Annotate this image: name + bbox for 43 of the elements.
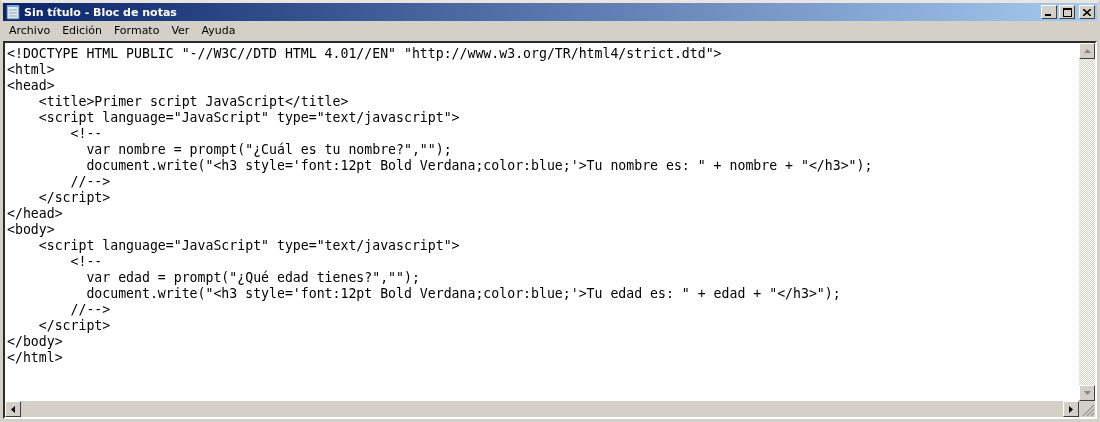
close-icon — [1083, 8, 1091, 16]
scroll-left-button[interactable] — [5, 401, 21, 417]
maximize-button[interactable] — [1059, 5, 1075, 19]
notepad-icon — [5, 4, 21, 20]
code-line: var edad = prompt("¿Qué edad tienes?",""); — [85, 270, 421, 286]
maximize-icon — [1062, 7, 1072, 17]
code-line: </html> — [7, 350, 64, 366]
menu-item[interactable]: Formato — [107, 23, 166, 37]
code-line: </body> — [7, 334, 64, 350]
code-line: document.write("<h3 style='font:12pt Bold Verdana;color:blue;'>Tu nombre es: " + nombre + "</h3>"); — [85, 158, 874, 174]
down-arrow-icon — [1083, 391, 1091, 395]
right-arrow-icon — [1069, 405, 1073, 413]
scroll-down-button[interactable] — [1079, 385, 1095, 401]
code-line: <head> — [7, 78, 56, 94]
code-line: </script> — [37, 318, 112, 334]
code-line: //--> — [69, 174, 112, 190]
scroll-up-button[interactable] — [1079, 43, 1095, 59]
code-line: <html> — [7, 62, 56, 78]
code-line: <body> — [7, 222, 56, 238]
horizontal-scrollbar[interactable] — [5, 401, 1079, 417]
resize-grip-icon[interactable] — [1079, 401, 1095, 417]
menu-item[interactable]: Edición — [56, 23, 108, 37]
code-line: <script language="JavaScript" type="text/javascript"> — [37, 238, 461, 254]
code-line: <!DOCTYPE HTML PUBLIC "-//W3C//DTD HTML 4.01//EN" "http://www.w3.org/TR/html4/strict.dtd"> — [7, 46, 723, 62]
code-line: document.write("<h3 style='font:12pt Bold Verdana;color:blue;'>Tu edad es: " + edad + "</h3>"); — [85, 286, 842, 302]
code-line: <title>Primer script JavaScript</title> — [37, 94, 350, 110]
menu-item[interactable]: Archivo — [3, 23, 57, 37]
code-line: //--> — [69, 302, 112, 318]
scroll-right-button[interactable] — [1063, 401, 1079, 417]
code-line: </script> — [37, 190, 112, 206]
minimize-button[interactable] — [1041, 5, 1057, 19]
code-line: <!-- — [69, 254, 104, 270]
menu-item[interactable]: Ver — [165, 23, 196, 37]
code-line: <script language="JavaScript" type="text/javascript"> — [37, 110, 461, 126]
window-title: Sin título - Bloc de notas — [24, 5, 177, 19]
code-line: var nombre = prompt("¿Cuál es tu nombre?",""); — [85, 142, 453, 158]
code-line: </head> — [7, 206, 64, 222]
code-line: <!-- — [69, 126, 104, 142]
left-arrow-icon — [11, 405, 15, 413]
menu-item[interactable]: Ayuda — [195, 23, 242, 37]
vertical-scrollbar[interactable] — [1079, 43, 1095, 401]
up-arrow-icon — [1083, 49, 1091, 53]
close-button[interactable] — [1079, 5, 1095, 19]
